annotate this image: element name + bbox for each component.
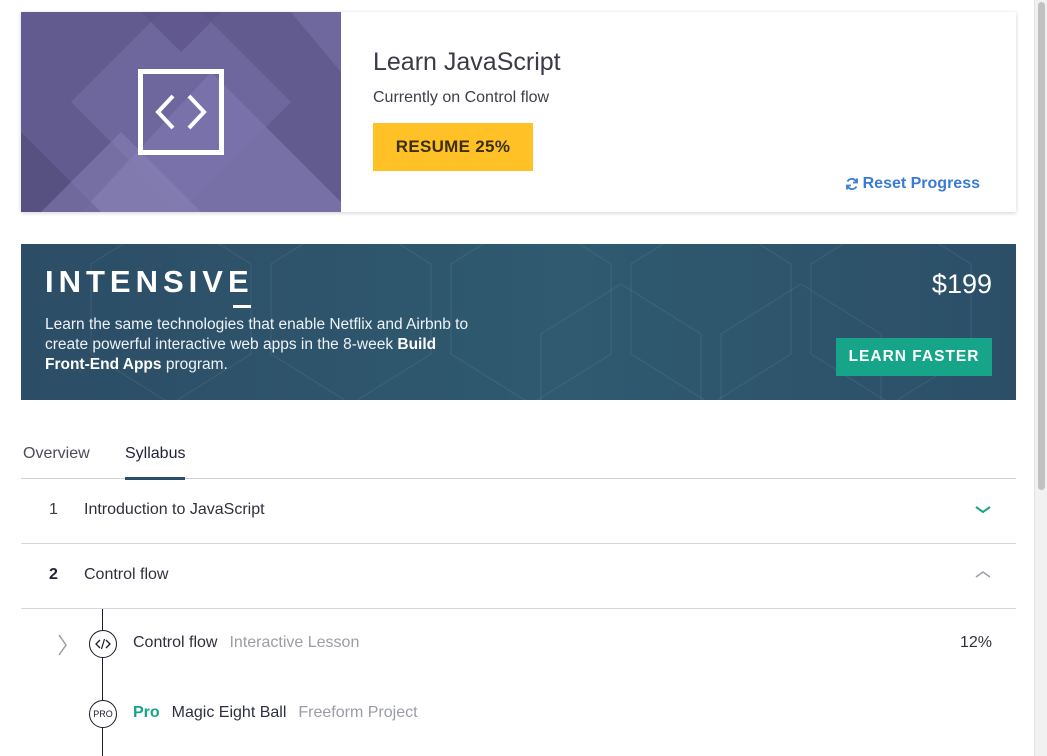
section-number: 2	[49, 566, 58, 583]
scrollbar-thumb[interactable]	[1038, 2, 1045, 490]
lesson-title[interactable]: Control flow Interactive Lesson	[133, 634, 359, 652]
banner-heading: INTENSIVE	[45, 264, 254, 308]
pro-badge-text: PRO	[93, 709, 113, 719]
banner-text-outro: program.	[161, 356, 228, 373]
course-title: Learn JavaScript	[373, 48, 561, 76]
syllabus-section-2[interactable]: 2 Control flow	[21, 544, 1016, 609]
lesson-name: Magic Eight Ball	[171, 704, 287, 721]
chevron-down-icon[interactable]	[974, 503, 992, 515]
section-title: Introduction to JavaScript	[84, 501, 265, 518]
tab-syllabus[interactable]: Syllabus	[125, 445, 186, 480]
course-current-lesson: Currently on Control flow	[373, 89, 550, 106]
banner-heading-text: INTENSIVE	[45, 264, 254, 299]
section-title: Control flow	[84, 566, 169, 583]
lesson-item[interactable]: Control flow Interactive Lesson 12%	[21, 620, 1016, 680]
lesson-title[interactable]: Pro Magic Eight Ball Freeform Project	[133, 704, 418, 722]
pro-tag: Pro	[133, 704, 160, 721]
lesson-progress: 12%	[959, 634, 992, 651]
syllabus-section-1[interactable]: 1 Introduction to JavaScript	[21, 479, 1016, 544]
intensive-banner: INTENSIVE Learn the same technologies th…	[21, 244, 1016, 400]
banner-price: $199	[931, 269, 992, 299]
lesson-item[interactable]: PRO Pro Magic Eight Ball Freeform Project	[21, 690, 1016, 750]
resume-button[interactable]: RESUME 25%	[373, 123, 533, 171]
banner-description: Learn the same technologies that enable …	[45, 315, 485, 375]
learn-faster-button[interactable]: LEARN FASTER	[836, 338, 992, 376]
lesson-type: Interactive Lesson	[229, 634, 360, 651]
course-info: Learn JavaScript Currently on Control fl…	[373, 12, 1016, 212]
scrollbar[interactable]	[1034, 0, 1047, 756]
reset-progress-label: Reset Progress	[862, 175, 980, 192]
page: Learn JavaScript Currently on Control fl…	[0, 0, 1047, 756]
reset-progress-link[interactable]: Reset Progress	[845, 175, 980, 193]
section-number: 1	[49, 501, 58, 518]
course-artwork	[21, 12, 341, 212]
chevron-right-icon[interactable]	[55, 633, 69, 657]
code-icon	[89, 630, 117, 658]
lesson-name: Control flow	[133, 634, 218, 651]
course-tabs: Overview Syllabus	[21, 440, 1016, 480]
tab-overview[interactable]: Overview	[23, 445, 90, 463]
course-card: Learn JavaScript Currently on Control fl…	[21, 12, 1016, 212]
chevron-up-icon[interactable]	[974, 568, 992, 580]
pro-badge-icon: PRO	[89, 700, 117, 728]
heading-underline	[232, 305, 251, 308]
code-brackets-icon	[138, 69, 224, 155]
lesson-type: Freeform Project	[298, 704, 418, 721]
refresh-icon	[845, 178, 858, 190]
